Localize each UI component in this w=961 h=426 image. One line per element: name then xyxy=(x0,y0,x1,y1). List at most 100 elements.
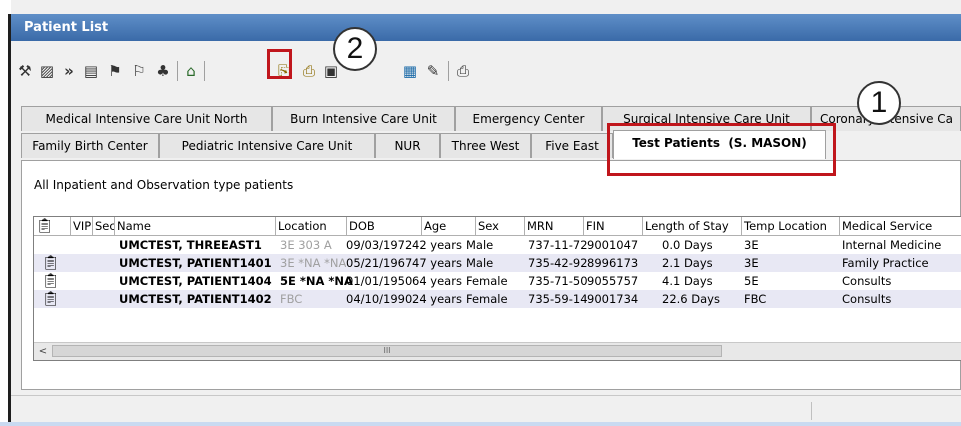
toolbar-separator xyxy=(177,61,178,81)
cell-location: 3E *NA *NA xyxy=(280,256,347,270)
new-note-icon[interactable]: 📋︎ xyxy=(42,272,60,290)
cell-name: UMCTEST, PATIENT1404 xyxy=(119,274,272,288)
cell-dob: 04/10/1990 xyxy=(346,292,413,306)
cell-temp-location: 3E xyxy=(744,238,759,252)
cell-sex: Male xyxy=(466,256,494,270)
cell-age: 64 years xyxy=(412,274,462,288)
cell-medical-service: Family Practice xyxy=(842,256,929,270)
cell-mrn: 735-59-14 xyxy=(528,292,588,306)
tab-nur[interactable]: NUR xyxy=(375,133,440,158)
print-icon[interactable]: ⎙ xyxy=(453,61,473,81)
cell-location: 3E 303 A xyxy=(280,238,332,252)
cell-mrn: 737-11-72 xyxy=(528,238,588,252)
tab-label: Emergency Center xyxy=(472,112,585,126)
double-chevron-right-icon[interactable]: » xyxy=(59,61,79,81)
scroll-left-icon[interactable]: < xyxy=(36,343,50,360)
cell-location: FBC xyxy=(280,292,303,306)
tab-label: NUR xyxy=(394,139,421,153)
title-bar: Patient List xyxy=(11,14,961,41)
patient-list-panel: All Inpatient and Observation type patie… xyxy=(21,160,961,390)
filter-label: All Inpatient and Observation type patie… xyxy=(34,178,294,192)
new-note-icon[interactable]: 📋︎ xyxy=(42,254,60,272)
tab-burn-icu[interactable]: Burn Intensive Care Unit xyxy=(272,106,455,131)
cell-location: 5E *NA *NA xyxy=(280,274,353,288)
document-edit-icon[interactable]: ✎ xyxy=(423,61,443,81)
patient-list-window: Patient List ⚒ ▨ » ▤ ⚑ ⚐ ♣ ⌂ ⎘ ⎙ ▣ ▦ ✎ ⎙… xyxy=(0,0,961,426)
table-row[interactable]: 📋︎ UMCTEST, PATIENT1402 FBC 04/10/1990 2… xyxy=(34,290,961,308)
tab-micu-north[interactable]: Medical Intensive Care Unit North xyxy=(21,106,272,131)
col-header-sec[interactable]: Sec xyxy=(93,217,115,235)
cell-dob: 09/03/1972 xyxy=(346,238,413,252)
person-remove-icon[interactable]: ⚐ xyxy=(129,61,149,81)
tab-emergency-center[interactable]: Emergency Center xyxy=(455,106,602,131)
cell-fin: 8996173 xyxy=(587,256,639,270)
cell-length-of-stay: 2.1 Days xyxy=(662,256,713,270)
col-header-medical-service[interactable]: Medical Service xyxy=(840,217,961,235)
col-header-length-of-stay[interactable]: Length of Stay xyxy=(643,217,742,235)
cell-age: 24 years xyxy=(412,292,462,306)
callout-number-1: 1 xyxy=(857,81,901,125)
horizontal-scrollbar[interactable]: < III xyxy=(34,342,961,360)
bottom-edge xyxy=(0,422,961,426)
cell-fin: 9001734 xyxy=(587,292,639,306)
cell-temp-location: 5E xyxy=(744,274,759,288)
tab-label: Medical Intensive Care Unit North xyxy=(45,112,248,126)
tab-three-west[interactable]: Three West xyxy=(440,133,531,158)
col-header-name[interactable]: Name xyxy=(115,217,276,235)
col-header-temp-location[interactable]: Temp Location xyxy=(742,217,840,235)
home-icon[interactable]: ⌂ xyxy=(181,61,201,81)
cell-sex: Female xyxy=(466,274,508,288)
tab-family-birth-center[interactable]: Family Birth Center xyxy=(21,133,159,158)
cell-dob: 05/21/1967 xyxy=(346,256,413,270)
table-row[interactable]: UMCTEST, THREEAST1 3E 303 A 09/03/1972 4… xyxy=(34,236,961,254)
cell-medical-service: Consults xyxy=(842,274,892,288)
patient-grid: 📋︎ VIP Sec Name Location DOB Age Sex MRN… xyxy=(33,216,961,361)
properties-icon[interactable]: ▨ xyxy=(37,61,57,81)
cell-length-of-stay: 0.0 Days xyxy=(662,238,713,252)
grid-header: 📋︎ VIP Sec Name Location DOB Age Sex MRN… xyxy=(34,217,961,236)
tab-pediatric-icu[interactable]: Pediatric Intensive Care Unit xyxy=(159,133,375,158)
col-header-dob[interactable]: DOB xyxy=(347,217,422,235)
view-list-icon[interactable]: ▤ xyxy=(81,61,101,81)
tab-five-east[interactable]: Five East xyxy=(531,133,613,158)
col-header-icon[interactable]: 📋︎ xyxy=(34,217,71,235)
cell-sex: Male xyxy=(466,238,494,252)
col-header-mrn[interactable]: MRN xyxy=(525,217,584,235)
cell-name: UMCTEST, PATIENT1401 xyxy=(119,256,272,270)
callout-number-2: 2 xyxy=(333,27,377,71)
cell-name: UMCTEST, THREEAST1 xyxy=(119,238,262,252)
toolbar-separator xyxy=(204,61,205,81)
tab-label: Family Birth Center xyxy=(32,139,148,153)
col-header-sex[interactable]: Sex xyxy=(476,217,525,235)
window-left-edge xyxy=(0,0,11,426)
cell-medical-service: Internal Medicine xyxy=(842,238,942,252)
new-note-icon[interactable]: 📋︎ xyxy=(42,290,60,308)
cell-sex: Female xyxy=(466,292,508,306)
cell-mrn: 735-42-92 xyxy=(528,256,588,270)
cell-temp-location: FBC xyxy=(744,292,767,306)
clipboard-paste-icon[interactable]: ⎙ xyxy=(299,61,319,81)
col-header-vip[interactable]: VIP xyxy=(71,217,93,235)
status-bar xyxy=(11,395,961,424)
status-separator xyxy=(811,402,812,420)
scroll-thumb[interactable]: III xyxy=(52,345,722,357)
toolbar: ⚒ ▨ » ▤ ⚑ ⚐ ♣ ⌂ ⎘ ⎙ ▣ ▦ ✎ ⎙ xyxy=(11,43,961,97)
toolbar-separator xyxy=(448,61,449,81)
calendar-icon[interactable]: ▦ xyxy=(399,61,421,81)
person-filter-icon[interactable]: ⚑ xyxy=(105,61,125,81)
col-header-fin[interactable]: FIN xyxy=(584,217,643,235)
table-row[interactable]: 📋︎ UMCTEST, PATIENT1404 5E *NA *NA 01/01… xyxy=(34,272,961,290)
group-icon[interactable]: ♣ xyxy=(153,61,173,81)
cell-name: UMCTEST, PATIENT1402 xyxy=(119,292,272,306)
wrench-icon[interactable]: ⚒ xyxy=(15,61,35,81)
cell-fin: 9001047 xyxy=(587,238,639,252)
cell-age: 47 years xyxy=(412,256,462,270)
tab-label: Five East xyxy=(545,139,599,153)
tab-label: Pediatric Intensive Care Unit xyxy=(181,139,353,153)
cell-length-of-stay: 4.1 Days xyxy=(662,274,713,288)
new-note-icon: 📋︎ xyxy=(36,218,54,234)
table-row[interactable]: 📋︎ UMCTEST, PATIENT1401 3E *NA *NA 05/21… xyxy=(34,254,961,272)
col-header-age[interactable]: Age xyxy=(422,217,476,235)
col-header-location[interactable]: Location xyxy=(276,217,347,235)
tab-label: Burn Intensive Care Unit xyxy=(290,112,437,126)
